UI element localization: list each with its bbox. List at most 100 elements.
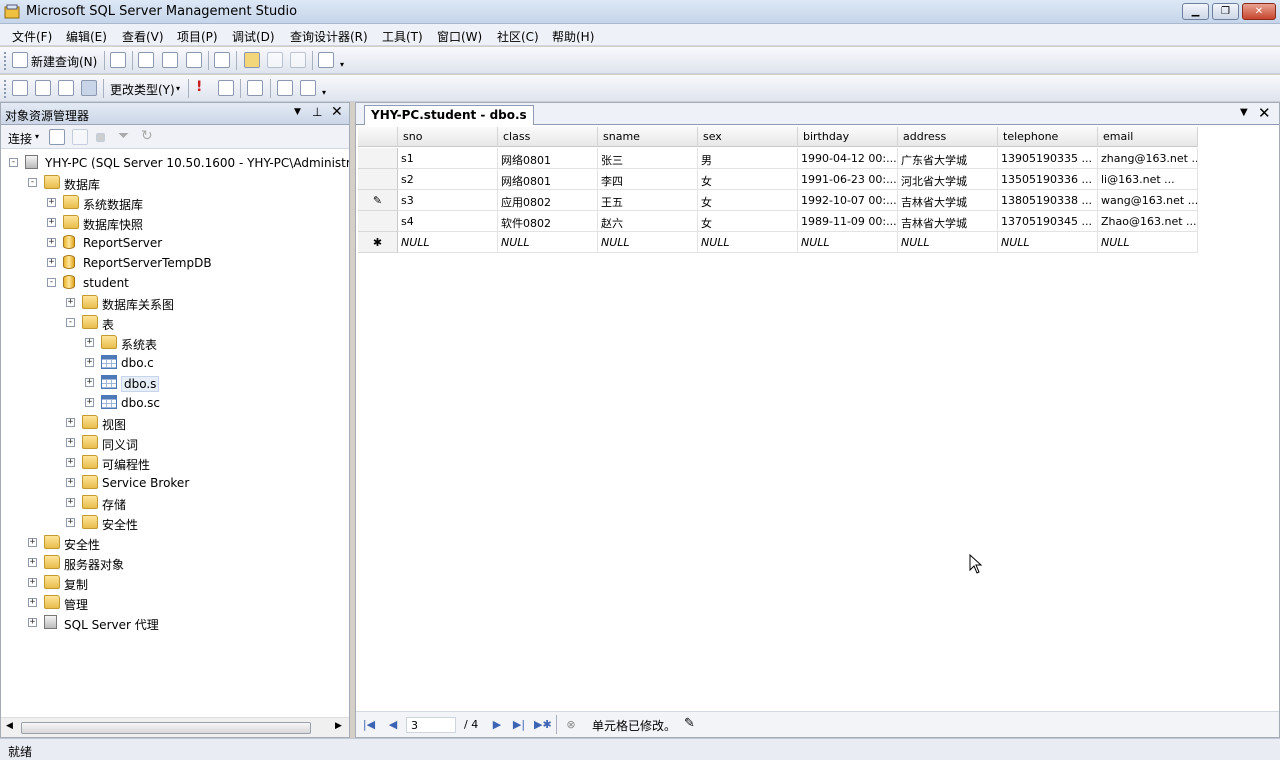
grid-cell[interactable]: 女 xyxy=(698,190,798,211)
panel-dropdown-icon[interactable]: ▼ xyxy=(294,107,301,117)
column-header-telephone[interactable]: telephone xyxy=(998,127,1098,147)
new-file-icon[interactable] xyxy=(110,52,126,68)
menu-tools[interactable]: 工具(T) xyxy=(382,28,423,45)
expand-icon[interactable]: + xyxy=(47,198,56,207)
expand-icon[interactable]: + xyxy=(28,578,37,587)
next-record-icon[interactable]: ▶ xyxy=(490,718,504,732)
connect-dropdown[interactable]: 连接 xyxy=(8,130,32,147)
close-document-icon[interactable]: ✕ xyxy=(1258,104,1271,122)
grid-cell[interactable]: s4 xyxy=(398,211,498,232)
menu-window[interactable]: 窗口(W) xyxy=(437,28,482,45)
expand-icon[interactable]: + xyxy=(66,438,75,447)
column-header-email[interactable]: email xyxy=(1098,127,1198,147)
filter-icon[interactable]: ⏷ xyxy=(118,128,129,144)
grid-cell[interactable]: 吉林省大学城 xyxy=(898,190,998,211)
menu-file[interactable]: 文件(F) xyxy=(12,28,52,45)
grid-cell[interactable]: NULL xyxy=(898,232,998,253)
menu-query-designer[interactable]: 查询设计器(R) xyxy=(290,28,368,45)
expand-icon[interactable]: + xyxy=(28,538,37,547)
scroll-left-icon[interactable]: ◀ xyxy=(6,721,13,731)
grid-corner-header[interactable] xyxy=(358,127,398,147)
grid-cell[interactable]: 网络0801 xyxy=(498,169,598,190)
menu-edit[interactable]: 编辑(E) xyxy=(66,28,107,45)
show-sql-pane-icon[interactable] xyxy=(58,80,74,96)
grid-cell[interactable]: 男 xyxy=(698,148,798,169)
scrollbar-thumb[interactable] xyxy=(21,722,311,734)
grid-cell[interactable]: wang@163.net ... xyxy=(1098,190,1198,211)
row-header[interactable] xyxy=(358,211,398,232)
show-diagram-pane-icon[interactable] xyxy=(12,80,28,96)
menu-debug[interactable]: 调试(D) xyxy=(232,28,275,45)
row-header[interactable]: ✱ xyxy=(358,232,398,253)
grid-cell[interactable]: 广东省大学城 xyxy=(898,148,998,169)
grid-cell[interactable]: NULL xyxy=(698,232,798,253)
column-header-sno[interactable]: sno xyxy=(398,127,498,147)
previous-record-icon[interactable]: ◀ xyxy=(386,718,400,732)
grid-cell[interactable]: 应用0802 xyxy=(498,190,598,211)
grid-cell[interactable]: 软件0802 xyxy=(498,211,598,232)
expand-icon[interactable]: + xyxy=(28,618,37,627)
new-query-button[interactable]: 新建查询(N) xyxy=(31,53,97,70)
close-button[interactable]: ✕ xyxy=(1242,3,1276,20)
row-header[interactable] xyxy=(358,169,398,190)
collapse-icon[interactable]: - xyxy=(28,178,37,187)
expand-icon[interactable]: + xyxy=(47,218,56,227)
execute-sql-icon[interactable]: ! xyxy=(196,80,212,96)
grid-cell[interactable]: 女 xyxy=(698,169,798,190)
grid-cell[interactable]: NULL xyxy=(798,232,898,253)
expand-icon[interactable]: + xyxy=(85,378,94,387)
row-header[interactable] xyxy=(358,148,398,169)
refresh-icon[interactable]: ↻ xyxy=(141,128,153,144)
expand-icon[interactable]: + xyxy=(66,298,75,307)
grid-cell[interactable]: 女 xyxy=(698,211,798,232)
toolbar-overflow-icon[interactable]: ▾ xyxy=(322,88,331,97)
chevron-down-icon[interactable]: ▾ xyxy=(176,84,180,93)
database-engine-query-icon[interactable] xyxy=(138,52,154,68)
grid-cell[interactable]: NULL xyxy=(498,232,598,253)
grid-cell[interactable]: 赵六 xyxy=(598,211,698,232)
verify-sql-icon[interactable] xyxy=(218,80,234,96)
expand-icon[interactable]: + xyxy=(47,258,56,267)
expand-icon[interactable]: + xyxy=(85,358,94,367)
new-record-icon[interactable]: ▶✱ xyxy=(534,718,552,732)
minimize-button[interactable]: ▁ xyxy=(1182,3,1209,20)
grid-cell[interactable]: 王五 xyxy=(598,190,698,211)
grid-cell[interactable]: 13705190345 ... xyxy=(998,211,1098,232)
connect-object-explorer-icon[interactable] xyxy=(49,129,65,145)
analysis-query-icon[interactable] xyxy=(162,52,178,68)
expand-icon[interactable]: + xyxy=(28,558,37,567)
toolbar-grip[interactable] xyxy=(4,52,7,70)
expand-icon[interactable]: + xyxy=(85,398,94,407)
expand-icon[interactable]: + xyxy=(66,498,75,507)
toolbar-overflow-icon[interactable]: ▾ xyxy=(340,60,349,69)
restore-button[interactable]: ❐ xyxy=(1212,3,1239,20)
expand-icon[interactable]: + xyxy=(66,418,75,427)
expand-icon[interactable]: + xyxy=(85,338,94,347)
menu-help[interactable]: 帮助(H) xyxy=(552,28,594,45)
collapse-icon[interactable]: - xyxy=(9,158,18,167)
print-icon[interactable] xyxy=(290,52,306,68)
grid-cell[interactable]: 1989-11-09 00:... xyxy=(798,211,898,232)
chevron-down-icon[interactable]: ▾ xyxy=(35,132,39,141)
add-derived-table-icon[interactable] xyxy=(300,80,316,96)
expand-icon[interactable]: + xyxy=(66,458,75,467)
save-icon[interactable] xyxy=(267,52,283,68)
column-header-sex[interactable]: sex xyxy=(698,127,798,147)
menu-community[interactable]: 社区(C) xyxy=(497,28,539,45)
grid-cell[interactable]: NULL xyxy=(998,232,1098,253)
group-by-icon[interactable] xyxy=(247,80,263,96)
grid-cell[interactable]: 1990-04-12 00:... xyxy=(798,148,898,169)
tab-dbo-s[interactable]: YHY-PC.student - dbo.s xyxy=(364,105,534,125)
grid-cell[interactable]: NULL xyxy=(1098,232,1198,253)
column-header-class[interactable]: class xyxy=(498,127,598,147)
grid-cell[interactable]: Zhao@163.net ... xyxy=(1098,211,1198,232)
grid-cell[interactable]: 张三 xyxy=(598,148,698,169)
column-header-address[interactable]: address xyxy=(898,127,998,147)
change-type-dropdown[interactable]: 更改类型(Y) xyxy=(110,81,175,98)
grid-cell[interactable]: zhang@163.net ... xyxy=(1098,148,1198,169)
grid-cell[interactable]: 河北省大学城 xyxy=(898,169,998,190)
grid-cell[interactable]: NULL xyxy=(398,232,498,253)
grid-cell[interactable]: 13505190336 ... xyxy=(998,169,1098,190)
current-record-input[interactable]: 3 xyxy=(406,717,456,733)
close-panel-icon[interactable]: ✕ xyxy=(331,104,343,120)
